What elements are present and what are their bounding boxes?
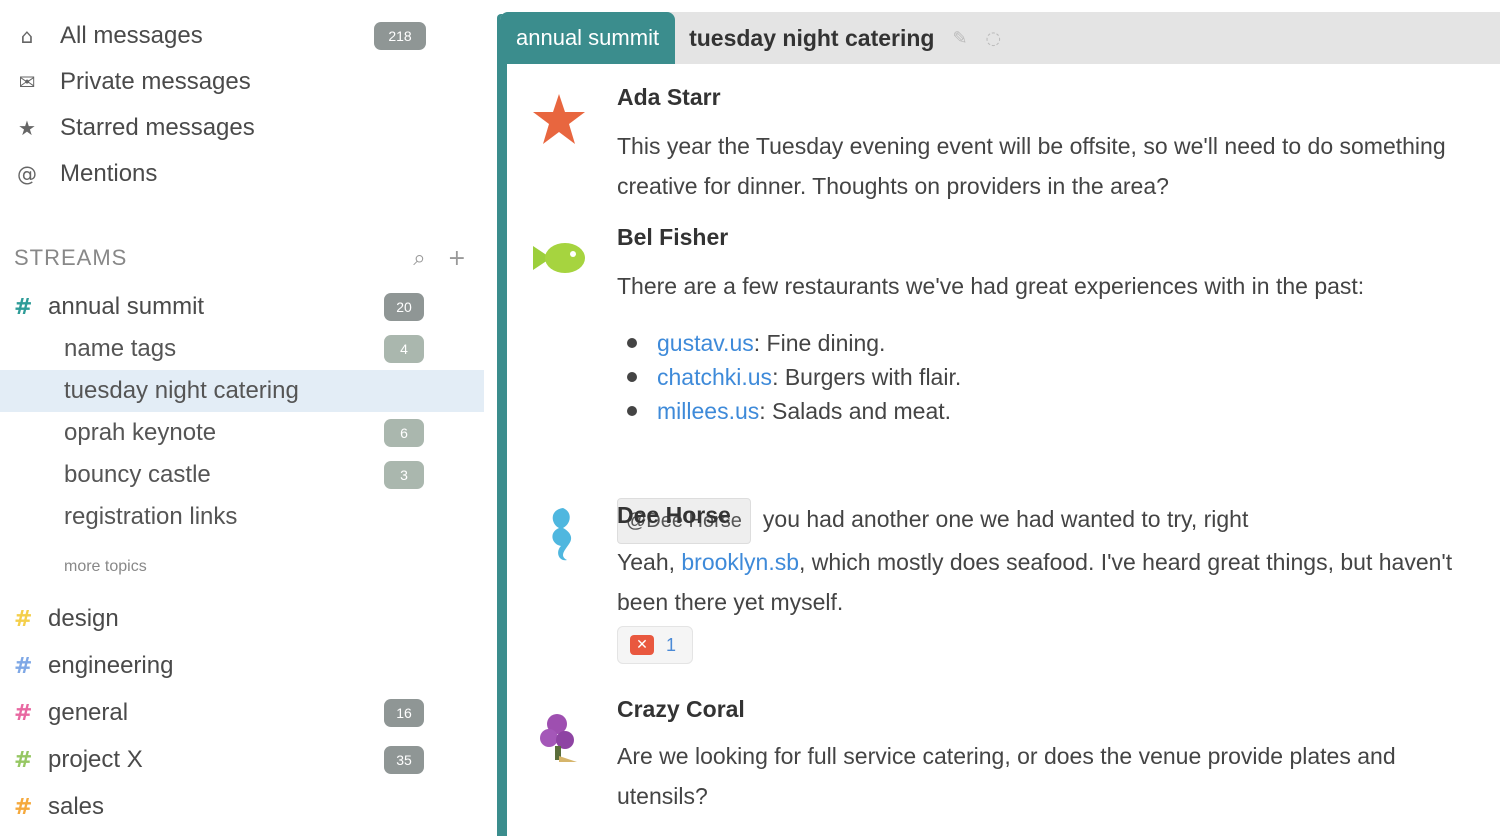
list-item: gustav.us : Fine dining. bbox=[617, 326, 961, 360]
recipient-topic-label[interactable]: tuesday night catering bbox=[689, 25, 934, 52]
nav-label: Private messages bbox=[60, 68, 251, 95]
mention-followup-text: you had another one we had wanted to try… bbox=[762, 506, 1249, 532]
restaurant-desc: : Burgers with flair. bbox=[772, 363, 962, 390]
nav-private-messages[interactable]: ✉ Private messages bbox=[14, 62, 434, 102]
nav-label: All messages bbox=[60, 22, 203, 49]
stream-hash-icon: # bbox=[14, 747, 33, 773]
topic-tuesday-night-catering[interactable]: tuesday night catering bbox=[0, 370, 484, 412]
recipient-bar: annual summit tuesday night catering ✎ ◌ bbox=[500, 12, 1500, 64]
unread-count-badge: 16 bbox=[384, 699, 424, 727]
stream-name: annual summit bbox=[48, 293, 205, 320]
restaurant-link[interactable]: brooklyn.sb bbox=[681, 549, 799, 575]
unread-count-badge: 20 bbox=[384, 293, 424, 321]
message-sender[interactable]: Bel Fisher bbox=[617, 224, 728, 251]
topic-name: tuesday night catering bbox=[64, 377, 299, 404]
star-icon: ★ bbox=[18, 116, 36, 140]
nav-starred-messages[interactable]: ★ Starred messages bbox=[14, 108, 434, 148]
bullet bbox=[627, 406, 637, 416]
at-icon: @ bbox=[17, 162, 37, 186]
topic-registration-links[interactable]: registration links bbox=[64, 496, 424, 538]
stream-annual-summit[interactable]: # annual summit 20 bbox=[14, 286, 424, 328]
mute-icon[interactable]: ◌ bbox=[986, 28, 1002, 49]
message-sender[interactable]: Ada Starr bbox=[617, 84, 721, 111]
purple-coral-avatar bbox=[540, 714, 577, 762]
stream-hash-icon: # bbox=[14, 794, 33, 820]
stream-design[interactable]: # design bbox=[14, 598, 424, 640]
stream-general[interactable]: # general 16 bbox=[14, 692, 424, 734]
unread-count-badge: 3 bbox=[384, 461, 424, 489]
search-icon[interactable]: ⌕ bbox=[413, 246, 425, 271]
nav-label: Mentions bbox=[60, 160, 158, 187]
stream-project-x[interactable]: # project X 35 bbox=[14, 739, 424, 781]
green-fish-avatar bbox=[533, 243, 585, 273]
message-content-line: @Dee Horse you had another one we had wan… bbox=[617, 498, 1487, 544]
bullet bbox=[627, 372, 637, 382]
topic-name: registration links bbox=[64, 503, 238, 530]
unread-count-badge: 218 bbox=[374, 22, 426, 50]
topic-name-tags[interactable]: name tags 4 bbox=[64, 328, 424, 370]
stream-sales[interactable]: # sales bbox=[14, 786, 424, 828]
recipient-bar-icons: ✎ ◌ bbox=[952, 28, 1001, 49]
stream-hash-icon: # bbox=[14, 294, 33, 320]
unread-count-badge: 4 bbox=[384, 335, 424, 363]
x-emoji-icon: ✕ bbox=[630, 635, 654, 655]
message-content: Are we looking for full service catering… bbox=[617, 743, 1396, 809]
message-sender[interactable]: Crazy Coral bbox=[617, 696, 745, 723]
topic-name: bouncy castle bbox=[64, 461, 211, 488]
topic-name: name tags bbox=[64, 335, 177, 362]
more-topics-link[interactable]: more topics bbox=[64, 558, 147, 576]
message-sender[interactable]: Dee Horse bbox=[617, 502, 731, 529]
restaurant-link[interactable]: gustav.us bbox=[657, 330, 754, 357]
restaurant-link[interactable]: chatchki.us bbox=[657, 364, 772, 391]
restaurant-list: gustav.us : Fine dining. chatchki.us : B… bbox=[617, 326, 961, 428]
message-text: Yeah, bbox=[617, 549, 682, 575]
stream-hash-icon: # bbox=[14, 606, 33, 632]
orange-star-avatar bbox=[533, 94, 585, 144]
message-content: This year the Tuesday evening event will… bbox=[617, 133, 1446, 199]
nav-label: Starred messages bbox=[60, 114, 255, 141]
message-content: There are a few restaurants we've had gr… bbox=[617, 273, 1365, 299]
restaurant-link[interactable]: millees.us bbox=[657, 398, 759, 425]
unread-count-badge: 6 bbox=[384, 419, 424, 447]
unread-count-badge: 35 bbox=[384, 746, 424, 774]
envelope-icon: ✉ bbox=[18, 70, 36, 94]
streams-header: STREAMS ⌕ + bbox=[14, 240, 474, 276]
recipient-stream-label[interactable]: annual summit bbox=[500, 12, 676, 64]
stream-name: project X bbox=[48, 746, 143, 773]
home-icon: ⌂ bbox=[20, 24, 34, 48]
message-content: Yeah, brooklyn.sb, which mostly does sea… bbox=[617, 542, 1487, 622]
bullet bbox=[627, 338, 637, 348]
topic-name: oprah keynote bbox=[64, 419, 217, 446]
stream-color-bar bbox=[497, 14, 507, 836]
streams-title: STREAMS bbox=[14, 245, 128, 270]
restaurant-desc: : Fine dining. bbox=[753, 329, 886, 356]
stream-hash-icon: # bbox=[14, 653, 33, 679]
message-list: Ada Starr This year the Tuesday evening … bbox=[507, 64, 1500, 836]
plus-icon[interactable]: + bbox=[448, 246, 466, 271]
list-item: millees.us : Salads and meat. bbox=[617, 394, 961, 428]
nav-all-messages[interactable]: ⌂ All messages 218 bbox=[14, 16, 434, 56]
restaurant-desc: : Salads and meat. bbox=[759, 397, 952, 424]
stream-name: engineering bbox=[48, 652, 174, 679]
stream-name: sales bbox=[48, 793, 105, 820]
stream-hash-icon: # bbox=[14, 700, 33, 726]
streams-actions: ⌕ + bbox=[413, 246, 466, 271]
left-sidebar: ⌂ All messages 218 ✉ Private messages ★ … bbox=[0, 0, 490, 836]
stream-engineering[interactable]: # engineering bbox=[14, 645, 424, 687]
topic-bouncy-castle[interactable]: bouncy castle 3 bbox=[64, 454, 424, 496]
list-item: chatchki.us : Burgers with flair. bbox=[617, 360, 961, 394]
reaction-count: 1 bbox=[666, 634, 677, 655]
edit-icon[interactable]: ✎ bbox=[952, 28, 967, 49]
nav-mentions[interactable]: @ Mentions bbox=[14, 154, 434, 194]
stream-name: design bbox=[48, 605, 119, 632]
topic-oprah-keynote[interactable]: oprah keynote 6 bbox=[64, 412, 424, 454]
blue-seahorse-avatar bbox=[552, 508, 572, 561]
emoji-reaction[interactable]: ✕ 1 bbox=[617, 626, 693, 664]
stream-name: general bbox=[48, 699, 129, 726]
